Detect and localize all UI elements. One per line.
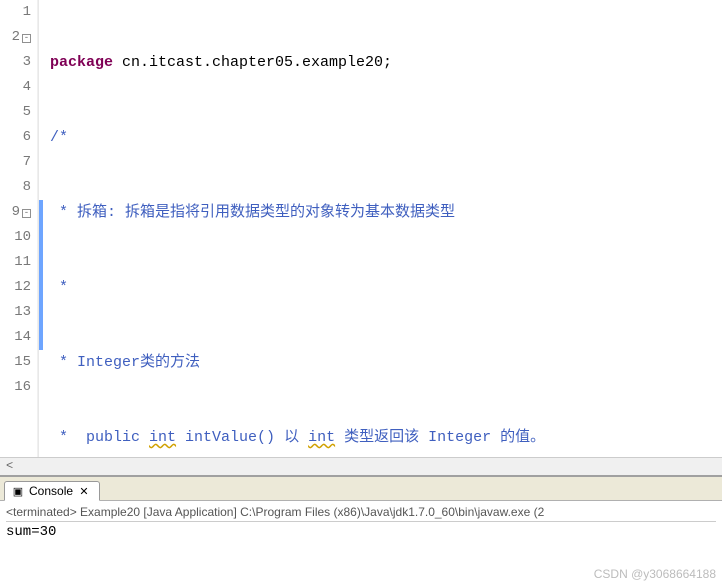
console-output[interactable]: sum=30 xyxy=(6,522,716,540)
line-number: 9- xyxy=(0,200,31,225)
code-line[interactable]: /* xyxy=(46,125,722,150)
line-number: 7 xyxy=(0,150,31,175)
console-tab[interactable]: ▣ Console ✕ xyxy=(4,481,100,501)
line-number: 10 xyxy=(0,225,31,250)
line-number: 11 xyxy=(0,250,31,275)
code-content[interactable]: package cn.itcast.chapter05.example20; /… xyxy=(46,0,722,457)
line-number: 16 xyxy=(0,375,31,400)
marker-column xyxy=(38,0,46,457)
line-number: 2- xyxy=(0,25,31,50)
fold-toggle-icon[interactable]: - xyxy=(22,34,31,43)
code-line[interactable]: * 拆箱: 拆箱是指将引用数据类型的对象转为基本数据类型 xyxy=(46,200,722,225)
line-number-gutter: 1 2- 3 4 5 6 7 8 9- 10 11 12 13 14 15 16 xyxy=(0,0,38,457)
line-number: 8 xyxy=(0,175,31,200)
code-line[interactable]: * public int intValue() 以 int 类型返回该 Inte… xyxy=(46,425,722,450)
line-number: 12 xyxy=(0,275,31,300)
code-container: 1 2- 3 4 5 6 7 8 9- 10 11 12 13 14 15 16… xyxy=(0,0,722,457)
code-line[interactable]: * Integer类的方法 xyxy=(46,350,722,375)
code-line[interactable]: * xyxy=(46,275,722,300)
console-panel: ▣ Console ✕ <terminated> Example20 [Java… xyxy=(0,475,722,569)
console-icon: ▣ xyxy=(11,484,25,498)
line-number: 5 xyxy=(0,100,31,125)
code-line[interactable]: package cn.itcast.chapter05.example20; xyxy=(46,50,722,75)
line-number: 3 xyxy=(0,50,31,75)
close-icon[interactable]: ✕ xyxy=(77,484,91,498)
line-number: 6 xyxy=(0,125,31,150)
console-status: <terminated> Example20 [Java Application… xyxy=(6,503,716,522)
console-tabbar: ▣ Console ✕ xyxy=(0,477,722,501)
line-number: 4 xyxy=(0,75,31,100)
console-body: <terminated> Example20 [Java Application… xyxy=(0,501,722,542)
line-number: 13 xyxy=(0,300,31,325)
line-number: 15 xyxy=(0,350,31,375)
scroll-left-icon[interactable]: < xyxy=(6,460,20,474)
console-tab-label: Console xyxy=(29,484,73,498)
code-editor[interactable]: 1 2- 3 4 5 6 7 8 9- 10 11 12 13 14 15 16… xyxy=(0,0,722,475)
horizontal-scrollbar[interactable]: < xyxy=(0,457,722,475)
watermark: CSDN @y3068664188 xyxy=(594,567,716,581)
fold-toggle-icon[interactable]: - xyxy=(22,209,31,218)
line-number: 1 xyxy=(0,0,31,25)
line-number: 14 xyxy=(0,325,31,350)
